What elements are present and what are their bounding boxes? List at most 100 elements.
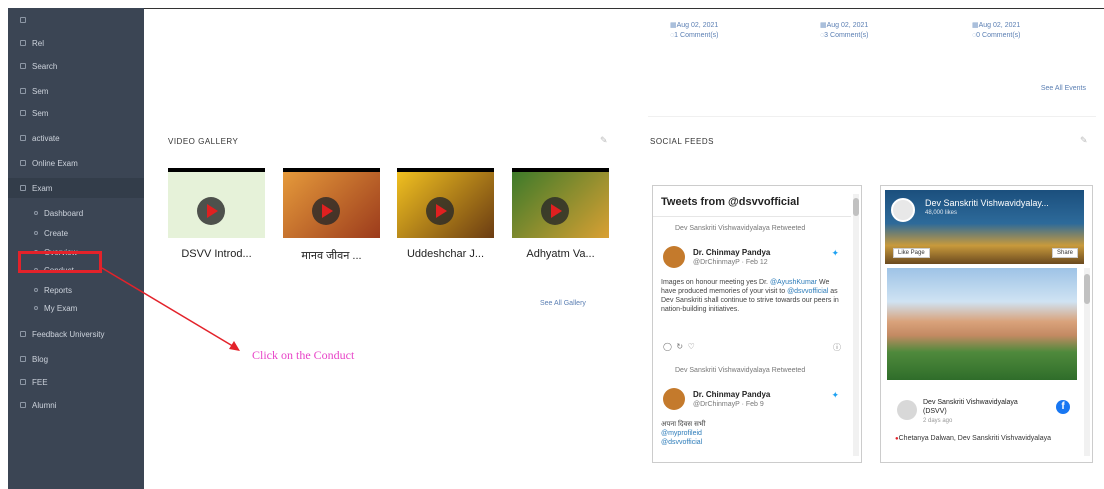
menu-item-icon <box>20 185 26 191</box>
post-author-avatar[interactable] <box>897 400 917 420</box>
twitter-bird-icon[interactable]: ✦ <box>831 248 839 259</box>
retweet-label: Dev Sanskriti Vishwavidyalaya Retweeted <box>675 367 806 374</box>
play-icon[interactable] <box>196 197 225 225</box>
video-title[interactable]: मानव जीवन ... <box>283 248 380 263</box>
sidebar-item[interactable]: Sem <box>8 81 48 101</box>
facebook-page-widget[interactable]: Dev Sanskriti Vishwavidyalay... 48,000 l… <box>880 185 1093 463</box>
post-author-name[interactable]: Dev Sanskriti Vishwavidyalaya (DSVV) <box>923 398 1043 416</box>
share-button[interactable]: Share <box>1051 248 1078 258</box>
post-timestamp[interactable]: 2 days ago <box>923 418 952 424</box>
video-card[interactable]: मानव जीवन ... <box>283 168 380 263</box>
facebook-scrollbar[interactable] <box>1084 268 1090 456</box>
tweet[interactable]: Dev Sanskriti Vishwavidyalaya Retweeted … <box>661 366 851 456</box>
edit-icon[interactable]: ✎ <box>600 135 608 146</box>
sidebar-item[interactable]: FEE <box>8 372 48 392</box>
like-icon[interactable]: ♡ <box>688 342 695 351</box>
tweet-mention-link[interactable]: @AyushKumar <box>770 279 817 286</box>
edit-icon[interactable]: ✎ <box>1080 135 1088 146</box>
menu-item-icon <box>20 402 26 408</box>
menu-item-icon <box>20 379 26 385</box>
tweet-mention-link[interactable]: @dsvvofficial <box>661 438 841 447</box>
video-card[interactable]: Uddeshchar J... <box>397 168 494 260</box>
twitter-bird-icon[interactable]: ✦ <box>831 390 839 401</box>
sidebar-item[interactable]: Dashboard <box>8 203 83 223</box>
sidebar-item-label: FEE <box>32 377 48 387</box>
tweet-author-name[interactable]: Dr. Chinmay Pandya <box>693 390 770 399</box>
menu-item-icon <box>34 306 38 310</box>
social-feeds-title: SOCIAL FEEDS <box>650 137 714 146</box>
sidebar-item[interactable]: Rel <box>8 33 44 53</box>
play-icon[interactable] <box>311 197 340 225</box>
menu-item-icon <box>20 110 26 116</box>
facebook-cover-image[interactable]: Dev Sanskriti Vishwavidyalay... 48,000 l… <box>885 190 1084 264</box>
tweet-author-name[interactable]: Dr. Chinmay Pandya <box>693 248 770 257</box>
event-comments: 3 Comment(s) <box>820 31 868 41</box>
reply-icon[interactable]: ◯ <box>663 342 672 351</box>
tweet-actions: ◯ ↻ ♡ <box>663 342 695 351</box>
video-title[interactable]: Adhyatm Va... <box>512 248 609 260</box>
menu-item-icon <box>20 63 26 69</box>
tweet-text: Images on honour meeting yes Dr. @AyushK… <box>661 278 841 314</box>
video-card[interactable]: DSVV Introd... <box>168 168 265 260</box>
tweet-mention-link[interactable]: @dsvvofficial <box>787 288 828 295</box>
menu-item-icon <box>34 211 38 215</box>
sidebar-item[interactable]: Create <box>8 223 68 243</box>
sidebar-item[interactable]: Alumni <box>8 395 56 415</box>
video-title[interactable]: DSVV Introd... <box>168 248 265 260</box>
sidebar-item[interactable]: Search <box>8 56 57 76</box>
tweet-author-handle[interactable]: @DrChinmayP · Feb 12 <box>693 259 768 266</box>
sidebar-item[interactable]: Reports <box>8 280 72 300</box>
retweet-label: Dev Sanskriti Vishwavidyalaya Retweeted <box>675 225 806 232</box>
sidebar-item-label: Create <box>44 228 69 238</box>
avatar[interactable] <box>663 388 685 410</box>
facebook-icon[interactable]: f <box>1056 400 1070 414</box>
sidebar-item-label: Sem <box>32 108 49 118</box>
event-date: Aug 02, 2021 <box>670 21 719 31</box>
menu-item-icon <box>20 331 26 337</box>
video-thumbnail[interactable] <box>512 168 609 238</box>
sidebar-item[interactable]: Blog <box>8 349 48 369</box>
play-icon[interactable] <box>540 197 569 225</box>
event-item[interactable]: Aug 02, 2021 0 Comment(s) <box>972 21 1020 41</box>
sidebar-item-label: Reports <box>44 285 73 295</box>
info-icon[interactable]: ⓘ <box>833 342 841 353</box>
retweet-icon[interactable]: ↻ <box>676 342 683 351</box>
sidebar-item-label: My Exam <box>44 303 78 313</box>
event-item[interactable]: Aug 02, 2021 1 Comment(s) <box>670 21 719 41</box>
sidebar-item[interactable]: My Exam <box>8 298 77 318</box>
like-page-button[interactable]: Like Page <box>893 248 930 258</box>
facebook-page-name[interactable]: Dev Sanskriti Vishwavidyalay... <box>925 198 1049 208</box>
sidebar-item[interactable]: Exam <box>8 178 144 198</box>
scrollbar-thumb[interactable] <box>853 198 859 216</box>
tweet[interactable]: Dev Sanskriti Vishwavidyalaya Retweeted … <box>661 224 851 354</box>
sidebar-item[interactable]: Feedback University <box>8 324 104 344</box>
event-item[interactable]: Aug 02, 2021 3 Comment(s) <box>820 21 869 41</box>
video-card[interactable]: Adhyatm Va... <box>512 168 609 260</box>
video-thumbnail[interactable] <box>397 168 494 238</box>
sidebar-item[interactable]: Online Exam <box>8 153 78 173</box>
tweet-mention-link[interactable]: @myprofileid <box>661 429 841 438</box>
video-title[interactable]: Uddeshchar J... <box>397 248 494 260</box>
see-all-gallery-link[interactable]: See All Gallery <box>540 300 586 307</box>
menu-item-icon <box>20 356 26 362</box>
sidebar-item-label: Online Exam <box>32 158 78 168</box>
sidebar-item-label: Dashboard <box>44 208 84 218</box>
video-thumbnail[interactable] <box>283 168 380 238</box>
tweet-author-handle[interactable]: @DrChinmayP · Feb 9 <box>693 401 764 408</box>
twitter-header[interactable]: Tweets from @dsvvofficial <box>661 196 799 208</box>
page-logo[interactable] <box>891 198 915 222</box>
sidebar-item-label: Alumni <box>32 400 57 410</box>
see-all-events-link[interactable]: See All Events <box>1041 85 1086 92</box>
facebook-post-image[interactable] <box>887 268 1077 380</box>
avatar[interactable] <box>663 246 685 268</box>
play-icon[interactable] <box>425 197 454 225</box>
sidebar-item[interactable]: Sem <box>8 103 48 123</box>
scrollbar-thumb[interactable] <box>1084 274 1090 304</box>
event-date: Aug 02, 2021 <box>820 21 869 31</box>
twitter-timeline-widget[interactable]: Tweets from @dsvvofficial Dev Sanskriti … <box>652 185 862 463</box>
video-thumbnail[interactable] <box>168 168 265 238</box>
sidebar-item[interactable]: activate <box>8 128 60 148</box>
sidebar-item-label: Search <box>32 61 58 71</box>
twitter-scrollbar[interactable] <box>853 194 859 456</box>
sidebar-item[interactable] <box>8 10 32 30</box>
